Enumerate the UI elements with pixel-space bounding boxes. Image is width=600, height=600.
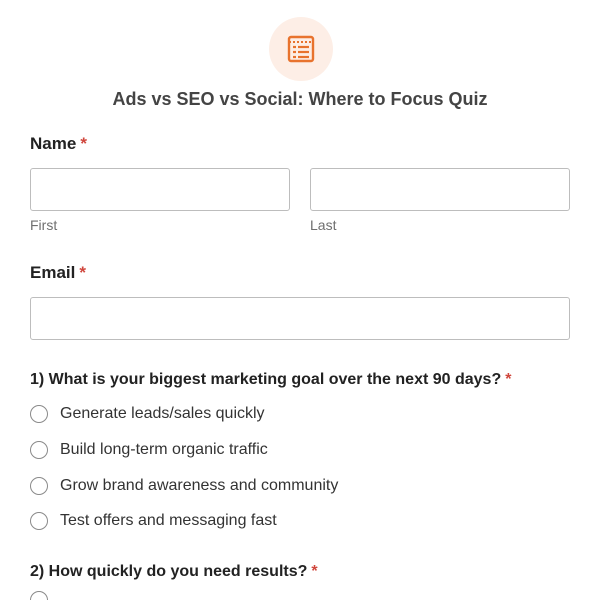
- quiz-form-page: Ads vs SEO vs Social: Where to Focus Qui…: [0, 0, 600, 600]
- form-list-icon: [287, 35, 315, 63]
- radio-button[interactable]: [30, 477, 48, 495]
- option-label: Grow brand awareness and community: [60, 477, 339, 494]
- first-name-sublabel: First: [30, 217, 58, 233]
- question-2-label: 2) How quickly do you need results? *: [30, 562, 318, 582]
- radio-button[interactable]: [30, 512, 48, 530]
- required-asterisk: *: [311, 563, 318, 580]
- first-name-input[interactable]: [30, 168, 290, 211]
- email-label-text: Email: [30, 263, 76, 282]
- email-input[interactable]: [30, 297, 570, 340]
- option-label: Build long-term organic traffic: [60, 441, 268, 458]
- name-label-text: Name: [30, 134, 77, 153]
- radio-button[interactable]: [30, 441, 48, 459]
- radio-button[interactable]: [30, 591, 48, 600]
- name-field-label: Name *: [30, 134, 87, 154]
- required-asterisk: *: [80, 134, 87, 153]
- form-icon-badge: [269, 17, 333, 81]
- question-1-label: 1) What is your biggest marketing goal o…: [30, 370, 511, 390]
- question-1-option-4[interactable]: Test offers and messaging fast: [30, 509, 277, 533]
- question-1-text: 1) What is your biggest marketing goal o…: [30, 371, 502, 388]
- question-2-option-1[interactable]: [30, 588, 48, 600]
- radio-button[interactable]: [30, 405, 48, 423]
- last-name-input[interactable]: [310, 168, 570, 211]
- option-label: Test offers and messaging fast: [60, 512, 277, 529]
- form-title: Ads vs SEO vs Social: Where to Focus Qui…: [112, 89, 488, 109]
- required-asterisk: *: [505, 371, 512, 388]
- option-label: Generate leads/sales quickly: [60, 405, 265, 422]
- question-1-option-3[interactable]: Grow brand awareness and community: [30, 474, 338, 498]
- last-name-sublabel: Last: [310, 217, 337, 233]
- required-asterisk: *: [79, 263, 86, 282]
- question-1-option-2[interactable]: Build long-term organic traffic: [30, 438, 268, 462]
- question-1-option-1[interactable]: Generate leads/sales quickly: [30, 402, 265, 426]
- question-2-text: 2) How quickly do you need results?: [30, 563, 308, 580]
- email-field-label: Email *: [30, 263, 86, 283]
